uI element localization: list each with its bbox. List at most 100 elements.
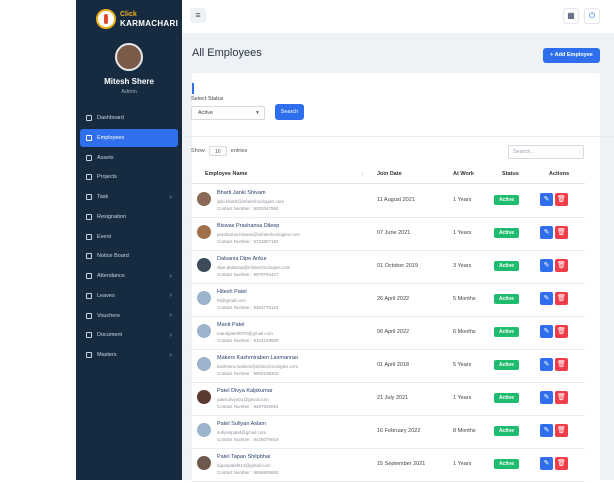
at-work: 8 Months	[453, 428, 476, 434]
column-employee-name[interactable]: Employee Name	[205, 171, 248, 177]
employee-email: manitpatel0078@gmail.com	[217, 331, 273, 336]
at-work: 3 Years	[453, 263, 472, 269]
search-button[interactable]: Search	[275, 104, 304, 120]
join-date: 21 July 2021	[377, 395, 409, 401]
menu-toggle-icon[interactable]: ≡	[190, 8, 206, 23]
join-date: 15 September 2021	[377, 461, 426, 467]
edit-icon[interactable]: ✎	[540, 424, 553, 437]
sidebar-item-event[interactable]: Event	[80, 228, 178, 246]
employee-name-link[interactable]: Hitesh Patel	[217, 289, 247, 295]
employee-name-link[interactable]: Manit Patel	[217, 322, 245, 328]
employee-name-link[interactable]: Makers Kashmiraben Laxmanrao	[217, 355, 298, 361]
masters-icon	[86, 352, 92, 358]
sidebar-item-label: Resignation	[97, 213, 127, 220]
power-icon[interactable]: ⏻	[584, 8, 600, 24]
delete-icon[interactable]: 🗑	[555, 391, 568, 404]
status-badge: Active	[494, 261, 519, 271]
box-icon	[86, 154, 92, 161]
sidebar-item-document[interactable]: Document ›	[80, 326, 178, 344]
page-length-select[interactable]: 10	[208, 146, 227, 156]
brand-logo[interactable]: Click KARMACHARI	[76, 0, 182, 38]
avatar	[197, 456, 211, 470]
sidebar-item-projects[interactable]: Projects	[80, 168, 178, 186]
edit-icon[interactable]: ✎	[540, 325, 553, 338]
column-at-work[interactable]: At Work	[453, 171, 474, 177]
hierarchy-icon[interactable]: ▦	[563, 8, 579, 24]
delete-icon[interactable]: 🗑	[555, 424, 568, 437]
sidebar-menu: Dashboard Employees Assets Projects Task › Res…	[80, 109, 178, 366]
sidebar-item-vouchers[interactable]: Vouchers ›	[80, 307, 178, 325]
sidebar-item-label: Assets	[97, 154, 114, 161]
profile: Mitesh Shere Admin	[76, 38, 182, 95]
sidebar-item-label: Employees	[97, 134, 125, 141]
employee-email: patel.divya01@gmail.com	[217, 397, 269, 402]
sidebar-item-assets[interactable]: Assets	[80, 149, 178, 167]
employee-contact: Contact Number : 9426079016	[217, 437, 279, 442]
join-date: 07 June 2021	[377, 230, 411, 236]
edit-icon[interactable]: ✎	[540, 226, 553, 239]
employee-name-link[interactable]: Patel Divya Kalpkumar	[217, 388, 273, 394]
employee-name-link[interactable]: Dalsania Dipe Ankur	[217, 256, 267, 262]
at-work: 5 Years	[453, 362, 472, 368]
delete-icon[interactable]: 🗑	[555, 226, 568, 239]
chevron-right-icon: ›	[169, 312, 172, 319]
employee-email: kashmira.makers@infotechnologies.com	[217, 364, 299, 369]
employee-name-link[interactable]: Patel Sufiyan Aslam	[217, 421, 266, 427]
edit-icon[interactable]: ✎	[540, 391, 553, 404]
employee-contact: Contact Number : 9558809893	[217, 470, 279, 475]
add-employee-button[interactable]: + Add Employee	[543, 48, 600, 63]
logo-mark-icon	[96, 9, 116, 29]
sidebar-item-leaves[interactable]: Leaves ›	[80, 287, 178, 305]
status-label: Select Status	[191, 96, 224, 102]
users-icon	[86, 134, 92, 141]
edit-icon[interactable]: ✎	[540, 259, 553, 272]
delete-icon[interactable]: 🗑	[555, 325, 568, 338]
sidebar-item-dashboard[interactable]: Dashboard	[80, 109, 178, 127]
status-badge: Active	[494, 228, 519, 238]
avatar[interactable]	[115, 43, 143, 71]
sidebar-item-notice-board[interactable]: Notice Board	[80, 247, 178, 265]
page-title: All Employees	[192, 47, 262, 59]
delete-icon[interactable]: 🗑	[555, 457, 568, 470]
sort-icon[interactable]: ↕	[361, 171, 364, 177]
edit-icon[interactable]: ✎	[540, 457, 553, 470]
employee-contact: Contact Number : 9303775124	[217, 305, 279, 310]
delete-icon[interactable]: 🗑	[555, 292, 568, 305]
edit-icon[interactable]: ✎	[540, 193, 553, 206]
status-select[interactable]: Active ▼	[191, 106, 265, 120]
column-join-date[interactable]: Join Date	[377, 171, 402, 177]
avatar	[197, 357, 211, 371]
table-row: Patel Sufiyan Aslam sufiyanpatel@gmail.co…	[191, 415, 585, 449]
avatar	[197, 258, 211, 272]
employee-name-link[interactable]: Patel Tapan Shilpbhai	[217, 454, 270, 460]
employee-contact: Contact Number : 9723807193	[217, 239, 279, 244]
employee-name-link[interactable]: Bharti Janki Shivam	[217, 190, 266, 196]
sidebar-item-masters[interactable]: Masters ›	[80, 346, 178, 364]
sidebar-item-resignation[interactable]: Resignation	[80, 208, 178, 226]
profile-name: Mitesh Shere	[104, 77, 154, 86]
leave-icon	[86, 292, 92, 299]
sidebar-item-label: Notice Board	[97, 253, 129, 260]
employee-email: ht@gmail.com	[217, 298, 246, 303]
main-content: All Employees + Add Employee Select Stat…	[182, 33, 614, 483]
status-badge: Active	[494, 426, 519, 436]
document-icon	[86, 332, 92, 339]
table-search-input[interactable]: Search...	[508, 145, 584, 159]
employee-name-link[interactable]: Biswas Prashansa Dileep	[217, 223, 279, 229]
column-status[interactable]: Status	[502, 171, 519, 177]
edit-icon[interactable]: ✎	[540, 358, 553, 371]
employee-contact: Contact Number : 8200347592	[217, 206, 279, 211]
edit-icon[interactable]: ✎	[540, 292, 553, 305]
sidebar-item-task[interactable]: Task ›	[80, 188, 178, 206]
delete-icon[interactable]: 🗑	[555, 259, 568, 272]
status-badge: Active	[494, 195, 519, 205]
delete-icon[interactable]: 🗑	[555, 193, 568, 206]
table-row: Patel Tapan Shilpbhai tapanpatel613@gmail…	[191, 448, 585, 482]
sidebar-item-employees[interactable]: Employees	[80, 128, 178, 147]
delete-icon[interactable]: 🗑	[555, 358, 568, 371]
chevron-right-icon: ›	[169, 331, 172, 339]
sidebar-item-label: Vouchers	[97, 312, 120, 319]
sidebar-item-attendance[interactable]: Attendance ›	[80, 267, 178, 285]
folder-icon	[86, 174, 92, 181]
at-work: 1 Years	[453, 395, 472, 401]
